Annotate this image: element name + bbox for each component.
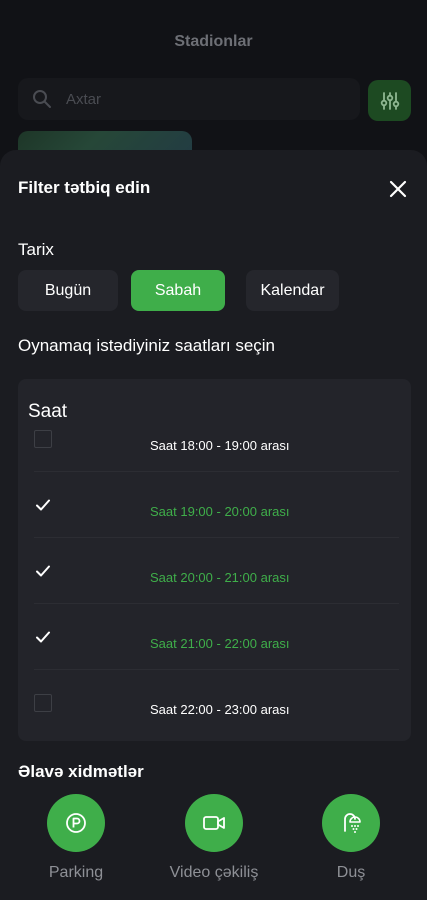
service-label: Video çəkiliş <box>169 864 259 881</box>
date-section-label: Tarix <box>18 240 54 259</box>
search-icon <box>33 90 51 108</box>
time-slot-row[interactable]: Saat 20:00 - 21:00 arası <box>18 562 411 602</box>
checkbox-checked[interactable] <box>34 628 52 646</box>
divider <box>34 603 399 604</box>
time-slot-row[interactable]: Saat 22:00 - 23:00 arası <box>18 694 411 734</box>
checkbox-checked[interactable] <box>34 496 52 514</box>
filter-sheet: Filter tətbiq edin Tarix Bugün Sabah Kal… <box>0 150 427 900</box>
divider <box>34 537 399 538</box>
checkmark-icon <box>36 565 50 577</box>
close-button[interactable] <box>386 177 410 201</box>
service-shower-button[interactable] <box>322 794 380 852</box>
shower-icon <box>344 813 361 833</box>
service-label: Parking <box>48 864 104 881</box>
service-video[interactable]: Video çəkiliş <box>159 794 269 882</box>
date-chip-tomorrow[interactable]: Sabah <box>131 270 225 311</box>
sliders-icon <box>380 91 399 110</box>
service-label: Duş <box>336 864 366 881</box>
time-card-title: Saat <box>28 401 68 422</box>
sheet-title: Filter tətbiq edin <box>18 178 151 197</box>
parking-icon <box>66 813 86 833</box>
divider <box>34 471 399 472</box>
service-parking[interactable]: Parking <box>21 794 131 882</box>
service-parking-button[interactable] <box>47 794 105 852</box>
time-slot-row[interactable]: Saat 18:00 - 19:00 arası <box>18 430 411 470</box>
date-chip-calendar[interactable]: Kalendar <box>246 270 339 311</box>
checkbox-checked[interactable] <box>34 562 52 580</box>
screen: Stadionlar Axtar Filter tətbiq edin Tari… <box>0 0 427 900</box>
time-slots-card: Saat Saat 18:00 - 19:00 arası Saat 19:00… <box>18 379 411 741</box>
close-icon <box>389 180 407 198</box>
time-slot-label: Saat 19:00 - 20:00 arası <box>150 504 290 519</box>
time-section-label: Oynamaq istədiyiniz saatları seçin <box>18 336 276 355</box>
search-bar[interactable]: Axtar <box>18 78 360 120</box>
service-video-button[interactable] <box>185 794 243 852</box>
checkbox-unchecked[interactable] <box>34 694 52 712</box>
time-slot-label: Saat 18:00 - 19:00 arası <box>150 438 290 453</box>
checkmark-icon <box>36 631 50 643</box>
time-slot-label: Saat 20:00 - 21:00 arası <box>150 570 290 585</box>
checkbox-unchecked[interactable] <box>34 430 52 448</box>
checkmark-icon <box>36 499 50 511</box>
page-title: Stadionlar <box>174 33 253 50</box>
time-slot-label: Saat 22:00 - 23:00 arası <box>150 702 290 717</box>
filter-button[interactable] <box>368 80 411 121</box>
video-camera-icon <box>203 816 225 830</box>
search-placeholder: Axtar <box>66 90 102 108</box>
time-slot-row[interactable]: Saat 21:00 - 22:00 arası <box>18 628 411 668</box>
time-slot-label: Saat 21:00 - 22:00 arası <box>150 636 290 651</box>
services-section-label: Əlavə xidmətlər <box>18 762 144 781</box>
date-chip-today[interactable]: Bugün <box>18 270 118 311</box>
divider <box>34 669 399 670</box>
time-slot-row[interactable]: Saat 19:00 - 20:00 arası <box>18 496 411 536</box>
service-shower[interactable]: Duş <box>296 794 406 882</box>
